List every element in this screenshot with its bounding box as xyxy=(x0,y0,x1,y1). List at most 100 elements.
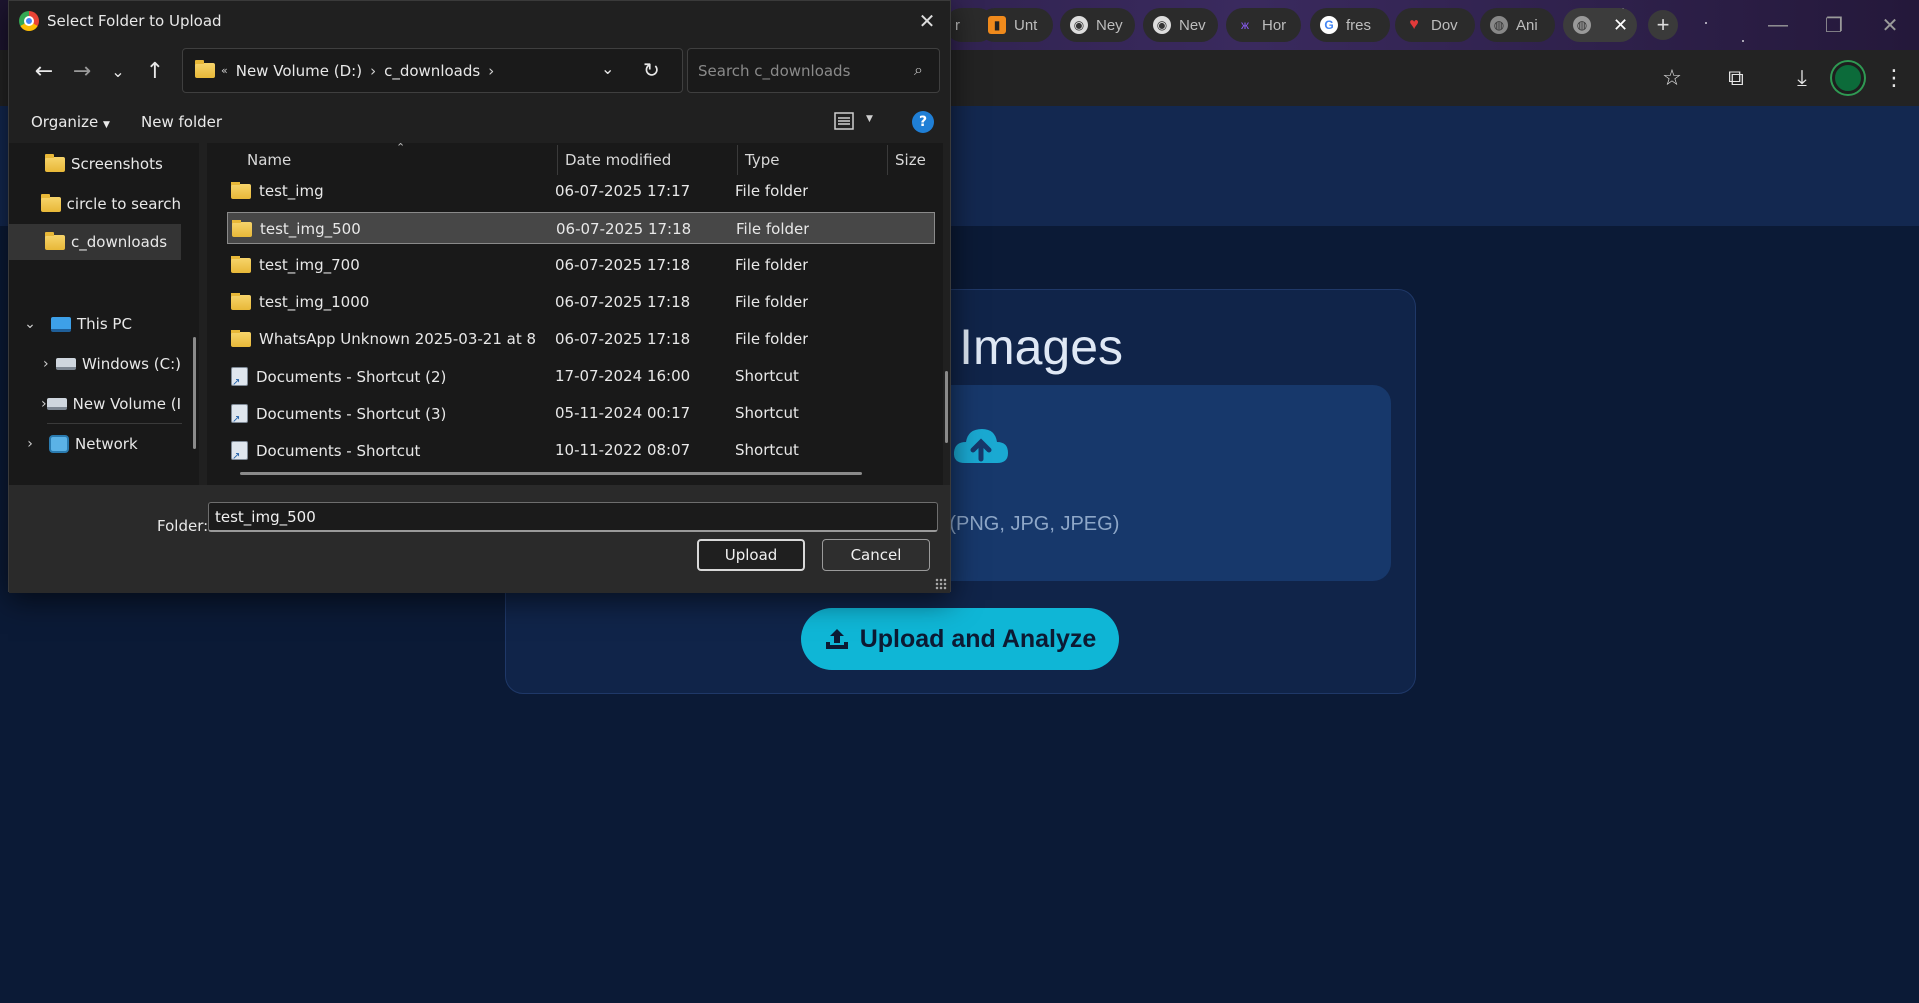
chevron-right-icon[interactable]: › xyxy=(41,356,51,372)
file-date: 06-07-2025 17:18 xyxy=(555,256,691,274)
google-icon: G xyxy=(1320,16,1338,34)
dialog-navigation-bar: ← → ⌄ ↑ « New Volume (D:) › c_downloads … xyxy=(9,45,950,97)
column-divider[interactable] xyxy=(557,145,558,175)
sidebar-item-windows-c[interactable]: › Windows (C:) xyxy=(9,346,181,382)
chevron-down-icon[interactable]: ⌄ xyxy=(21,316,39,332)
sidebar-item-screenshots[interactable]: Screenshots xyxy=(9,146,181,182)
breadcrumb-folder[interactable]: c_downloads xyxy=(384,62,480,80)
new-folder-button[interactable]: New folder xyxy=(141,113,222,131)
address-dropdown-chevron-icon[interactable]: ⌄ xyxy=(601,59,614,78)
file-type: File folder xyxy=(735,293,809,311)
search-input[interactable]: Search c_downloads ⌕ xyxy=(687,48,940,93)
tab-label: Unt xyxy=(1014,16,1038,34)
overflow-chevron-icon[interactable]: « xyxy=(221,64,228,77)
extensions-icon[interactable]: ⧉ xyxy=(1720,62,1752,94)
folder-icon xyxy=(40,193,61,212)
new-tab-button[interactable]: + xyxy=(1648,10,1678,40)
chevron-right-icon[interactable]: › xyxy=(21,436,39,452)
file-row[interactable]: test_img_700 06-07-2025 17:18 File folde… xyxy=(227,249,935,281)
sidebar-item-label: Network xyxy=(75,435,138,453)
minimize-icon[interactable]: — xyxy=(1750,0,1806,50)
file-date: 06-07-2025 17:18 xyxy=(556,220,692,238)
file-row[interactable]: Documents - Shortcut 10-11-2022 08:07 Sh… xyxy=(227,434,935,466)
column-header-size[interactable]: Size xyxy=(895,151,926,169)
chrome-icon: ◉ xyxy=(1070,16,1088,34)
breadcrumb-root[interactable]: New Volume (D:) xyxy=(236,62,362,80)
file-list-vertical-scrollbar[interactable] xyxy=(945,371,948,443)
browser-tab[interactable]: ▮ Unt xyxy=(978,8,1053,42)
more-menu-icon[interactable]: ⋮ xyxy=(1878,62,1910,94)
sidebar-item-c-downloads[interactable]: c_downloads xyxy=(9,224,181,260)
view-dropdown-caret-icon[interactable]: ▼ xyxy=(866,114,873,124)
sidebar-item-label: This PC xyxy=(77,315,132,333)
breadcrumb-separator-icon[interactable]: › xyxy=(488,62,494,80)
file-row[interactable]: test_img 06-07-2025 17:17 File folder xyxy=(227,175,935,207)
dialog-titlebar: Select Folder to Upload ✕ xyxy=(9,1,950,41)
window-close-icon[interactable]: ✕ xyxy=(1862,0,1918,50)
recent-locations-chevron-icon[interactable]: ⌄ xyxy=(102,55,134,87)
browser-tab-active[interactable]: ◍ ✕ xyxy=(1563,8,1637,42)
network-icon xyxy=(49,435,69,453)
organize-menu[interactable]: Organize ▼ xyxy=(31,113,110,131)
file-row-selected[interactable]: test_img_500 06-07-2025 17:18 File folde… xyxy=(227,212,935,244)
sidebar-item-circle-to-search[interactable]: circle to search xyxy=(9,186,181,222)
refresh-icon[interactable]: ↻ xyxy=(643,58,660,82)
forward-arrow-icon[interactable]: → xyxy=(66,55,98,87)
sidebar-item-new-volume[interactable]: › New Volume (I xyxy=(9,386,181,422)
tab-label: fres xyxy=(1346,16,1372,34)
column-header-type[interactable]: Type xyxy=(745,151,779,169)
folder-icon xyxy=(231,330,251,347)
column-divider[interactable] xyxy=(737,145,738,175)
sidebar-scrollbar[interactable] xyxy=(193,337,196,449)
file-type: Shortcut xyxy=(735,404,799,422)
browser-tab[interactable]: ◉ Ney xyxy=(1060,8,1135,42)
view-options-icon[interactable] xyxy=(834,111,856,131)
bookmark-star-icon[interactable]: ☆ xyxy=(1656,62,1688,94)
browser-tab[interactable]: ♥ Dov xyxy=(1395,8,1475,42)
help-icon[interactable]: ? xyxy=(912,111,934,133)
upload-button[interactable]: Upload xyxy=(697,539,805,571)
dialog-close-button[interactable]: ✕ xyxy=(904,1,950,41)
column-header-name[interactable]: Name xyxy=(247,151,291,169)
profile-avatar[interactable] xyxy=(1832,62,1864,94)
search-placeholder: Search c_downloads xyxy=(698,61,851,80)
folder-icon xyxy=(195,60,215,78)
column-divider[interactable] xyxy=(887,145,888,175)
file-row[interactable]: Documents - Shortcut (3) 05-11-2024 00:1… xyxy=(227,397,935,429)
sidebar-item-label: circle to search xyxy=(66,195,181,213)
file-date: 06-07-2025 17:18 xyxy=(555,330,691,348)
restore-icon[interactable]: ❐ xyxy=(1806,0,1862,50)
cancel-button[interactable]: Cancel xyxy=(822,539,930,571)
address-bar[interactable]: « New Volume (D:) › c_downloads › ⌄ ↻ xyxy=(182,48,683,93)
file-row[interactable]: WhatsApp Unknown 2025-03-21 at 8.23.3...… xyxy=(227,323,935,355)
file-name: Documents - Shortcut xyxy=(256,441,421,460)
browser-tab[interactable]: G fres xyxy=(1310,8,1390,42)
tab-label: Ani xyxy=(1516,16,1538,34)
file-date: 10-11-2022 08:07 xyxy=(555,441,691,459)
resize-grip-icon[interactable] xyxy=(935,578,947,590)
file-list-horizontal-scrollbar[interactable] xyxy=(240,472,862,475)
file-row[interactable]: test_img_1000 06-07-2025 17:18 File fold… xyxy=(227,286,935,318)
column-header-date[interactable]: Date modified xyxy=(565,151,671,169)
chevron-right-icon[interactable]: › xyxy=(41,396,47,412)
browser-tab[interactable]: ◍ Ani xyxy=(1480,8,1555,42)
upload-and-analyze-button[interactable]: Upload and Analyze xyxy=(801,608,1119,670)
drive-icon xyxy=(56,358,77,370)
file-name: Documents - Shortcut (2) xyxy=(256,367,447,386)
back-arrow-icon[interactable]: ← xyxy=(28,55,60,87)
folder-name-input[interactable] xyxy=(208,502,938,532)
sidebar-divider xyxy=(47,423,182,424)
folder-icon xyxy=(231,256,251,273)
download-icon[interactable]: ⤓ xyxy=(1786,62,1818,94)
sidebar-item-network[interactable]: › Network xyxy=(9,426,181,462)
browser-tab[interactable]: ж Hor xyxy=(1226,8,1301,42)
file-type: File folder xyxy=(735,182,809,200)
up-arrow-icon[interactable]: ↑ xyxy=(139,55,171,87)
heart-icon: ♥ xyxy=(1409,16,1419,33)
file-name: test_img_700 xyxy=(259,256,360,274)
browser-tab[interactable]: ◉ Nev xyxy=(1143,8,1218,42)
sidebar-item-this-pc[interactable]: ⌄ This PC xyxy=(9,306,181,342)
file-row[interactable]: Documents - Shortcut (2) 17-07-2024 16:0… xyxy=(227,360,935,392)
close-icon[interactable]: ✕ xyxy=(1613,15,1628,36)
breadcrumb-separator-icon[interactable]: › xyxy=(370,62,376,80)
